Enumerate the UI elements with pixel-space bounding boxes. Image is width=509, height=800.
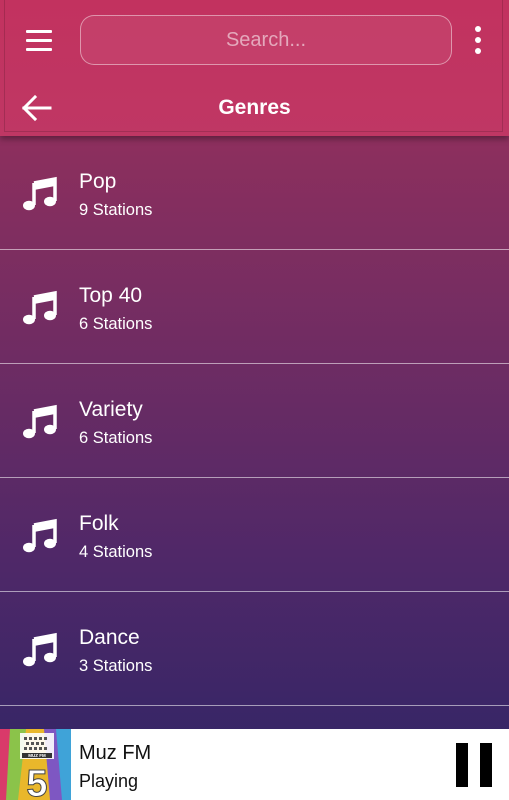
music-note-icon: [23, 290, 57, 325]
search-input[interactable]: [81, 16, 451, 64]
hamburger-menu-icon[interactable]: [24, 28, 54, 52]
genre-item-dance[interactable]: Dance 3 Stations: [0, 592, 509, 706]
app-header: Genres: [0, 0, 509, 136]
pause-icon[interactable]: [452, 743, 494, 787]
genre-name: Dance: [79, 626, 140, 649]
genre-station-count: 9 Stations: [79, 201, 153, 219]
station-name: Muz FM: [79, 742, 152, 764]
genre-list: Pop 9 Stations Top 40 6 Stations Variety…: [0, 136, 509, 706]
genre-item-variety[interactable]: Variety 6 Stations: [0, 364, 509, 478]
music-note-icon: [23, 632, 57, 667]
genre-name: Top 40: [79, 284, 143, 307]
genre-item-top-40[interactable]: Top 40 6 Stations: [0, 250, 509, 364]
genre-station-count: 6 Stations: [79, 429, 153, 447]
genre-station-count: 3 Stations: [79, 657, 153, 675]
genre-station-count: 4 Stations: [79, 543, 153, 561]
music-note-icon: [23, 518, 57, 553]
station-logo-label: MUZ FM: [28, 753, 46, 758]
genre-station-count: 6 Stations: [79, 315, 153, 333]
station-logo: MUZ FM 5: [0, 729, 71, 800]
station-logo-number: 5: [26, 763, 47, 800]
search-box[interactable]: [80, 15, 452, 65]
playback-status: Playing: [79, 771, 139, 791]
genre-name: Pop: [79, 170, 117, 193]
now-playing-bar[interactable]: MUZ FM 5 Muz FM Playing: [0, 729, 509, 800]
genre-item-folk[interactable]: Folk 4 Stations: [0, 478, 509, 592]
genre-name: Variety: [79, 398, 143, 421]
music-note-icon: [23, 176, 57, 211]
page-title: Genres: [218, 96, 291, 119]
genre-item-pop[interactable]: Pop 9 Stations: [0, 136, 509, 250]
genre-name: Folk: [79, 512, 119, 535]
more-vertical-icon[interactable]: [466, 26, 490, 54]
music-note-icon: [23, 404, 57, 439]
